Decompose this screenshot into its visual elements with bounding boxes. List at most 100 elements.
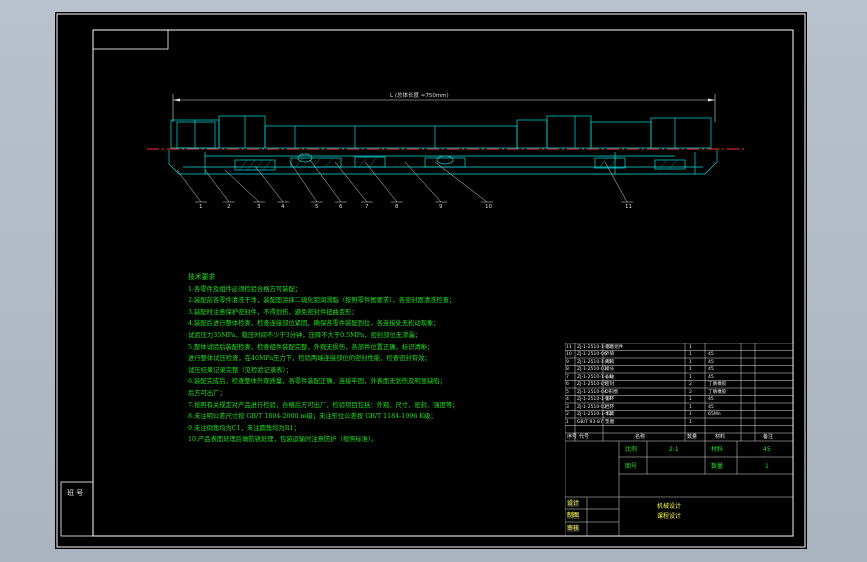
parts-row-qty: 1 [689, 397, 692, 402]
title-block: 11 ZJ-1-2510-1-00 活塞组件 1 10 ZJ-1-2510-06 外筒 1 45… [565, 343, 793, 536]
tool-section [168, 150, 718, 175]
parts-row-qty: 1 [689, 404, 692, 410]
parts-row-mat: 45 [708, 359, 714, 365]
parts-row-code: GB/T 93-87 [577, 419, 603, 425]
note-line-3: 3.装配时注意保护密封件，不得划伤，避免密封件扭曲变形； [188, 308, 358, 316]
parts-row-qty: 2 [689, 382, 692, 387]
design-label: 设计 [567, 500, 580, 507]
note-line-6: 5.整体试验后装配检查，检查组件装配完整，外观无损伤，各部件位置正确，标识清晰； [188, 343, 434, 351]
header-qty: 数量 [687, 434, 698, 440]
note-line-5: 试验压力35MPa，稳压时间不少于3分钟，压降不大于0.5MPa，密封部位无渗漏… [188, 331, 421, 339]
parts-row-no: 11 [566, 344, 572, 350]
parts-row-name: 卡簧 [605, 412, 615, 417]
parts-row-mat: 65Mn [708, 412, 721, 417]
parts-row-name: 内筒 [605, 359, 615, 365]
title-line-1: 机械设计 [657, 503, 682, 510]
header-note: 备注 [763, 434, 774, 440]
note-line-12: 8.未注明公差尺寸按 GB/T 1804-2000 m级；未注形位公差按 GB/… [188, 413, 437, 421]
item-number-labels: 1 2 3 4 5 6 7 8 9 10 11 [195, 201, 633, 210]
note-line-1: 1.各零件及组件必须检验合格方可装配； [188, 285, 302, 293]
parts-row-qty: 1 [689, 419, 692, 425]
material-value: 45 [763, 446, 771, 453]
item-number-8: 8 [395, 204, 399, 210]
review-label: 审核 [567, 525, 580, 532]
parts-row-name: 接头 [605, 367, 615, 372]
draw-label: 制图 [567, 512, 580, 519]
note-line-2: 2.装配前各零件清洗干净，装配面涂抹二硫化钼润滑脂（按照零件图要求），各密封面清… [188, 297, 456, 305]
parts-row-no: 4 [566, 397, 569, 402]
parts-row-mat: 45 [708, 397, 714, 402]
material-label: 材料 [711, 446, 724, 453]
note-line-7: 进行整体试压检查，在40MPa压力下，检验两端连接部位的密封性能，检查密封有效； [188, 355, 431, 363]
quantity-value: 1 [765, 463, 769, 470]
parts-row-no: 2 [566, 412, 569, 417]
note-line-9: 6.装配完成后，检查整体外观质量，各零件装配正确，连接牢固，外表面无划伤及明显缺… [188, 378, 446, 386]
item-number-7: 7 [365, 204, 369, 210]
note-line-8: 试压结果记录完整（见检验记录表）； [188, 366, 292, 374]
header-mat: 材料 [715, 434, 726, 440]
drawing-sheet: L (总体长度 ≈750mm) 1 2 3 4 5 6 7 8 9 10 11 … [55, 12, 807, 549]
parts-row-code: ZJ-1-2510-02 [577, 404, 607, 410]
parts-row-qty: 1 [689, 359, 692, 365]
parts-row-qty: 1 [689, 344, 692, 350]
parts-row-name: 密封 [605, 382, 615, 387]
item-number-6: 6 [339, 204, 343, 210]
dimension-label: L (总体长度 ≈750mm) [390, 91, 449, 99]
parts-row-qty: 2 [689, 389, 692, 395]
parts-row-no: 1 [566, 419, 569, 425]
item-number-5: 5 [315, 204, 319, 210]
item-number-11: 11 [625, 204, 632, 210]
parts-row-no: 8 [566, 367, 569, 372]
parts-row-qty: 1 [689, 374, 692, 380]
title-line-2: 课程设计 [657, 513, 682, 520]
parts-row-name: 心轴 [605, 374, 615, 380]
header-no: 序号 [567, 434, 578, 440]
parts-row-qty: 1 [689, 352, 692, 357]
parts-row-name: 活塞组件 [605, 344, 624, 350]
parts-row-qty: 1 [689, 412, 692, 417]
parts-row-mat: 丁腈橡胶 [708, 389, 727, 395]
leader-lines [176, 159, 628, 203]
parts-row-name: 垫圈 [605, 419, 615, 425]
parts-row-no: 5 [566, 389, 569, 395]
parts-row-name: O形圈 [605, 389, 618, 395]
parts-row-no: 3 [566, 404, 569, 410]
parts-row-mat: 丁腈橡胶 [708, 382, 727, 387]
parts-row-name: 挡环 [605, 404, 615, 410]
parts-row-no: 9 [566, 359, 569, 365]
header-code: 代号 [579, 434, 590, 440]
parts-row-name: 外筒 [605, 352, 615, 357]
parts-row-code: ZJ-1-2510-04 [577, 389, 607, 395]
parts-row-qty: 1 [689, 367, 692, 372]
parts-row-no: 6 [566, 382, 569, 387]
ratio-label: 比例 [625, 446, 638, 453]
corner-box [92, 29, 169, 50]
item-number-1: 1 [199, 204, 203, 210]
ratio-value: 2:1 [669, 446, 679, 453]
item-number-10: 10 [485, 204, 492, 210]
parts-row-mat: 45 [708, 404, 714, 410]
item-number-4: 4 [281, 204, 285, 210]
note-line-10: 后方可出厂； [188, 389, 226, 397]
note-line-14: 10.产品表面处理后做防锈处理，包装运输时注意防护（按照标准）。 [188, 436, 378, 444]
parts-row-no: 7 [566, 374, 569, 380]
parts-row-mat: 45 [708, 367, 714, 372]
parts-row-code: ZJ-1-2510-03 [577, 367, 607, 372]
item-number-2: 2 [227, 204, 231, 210]
item-number-3: 3 [257, 204, 261, 210]
parts-row-no: 10 [566, 352, 572, 357]
quantity-label: 数量 [711, 463, 724, 470]
note-line-11: 7.按照有关规定对产品进行检验，合格后方可出厂，检验项目包括：外观、尺寸、密封、… [188, 401, 459, 409]
header-name: 名称 [635, 434, 646, 440]
parts-row-mat: 45 [708, 374, 714, 380]
technical-notes: 技术要求 1.各零件及组件必须检验合格方可装配； 2.装配前各零件清洗干净，装配… [188, 272, 608, 446]
notes-title: 技术要求 [188, 273, 216, 281]
parts-row-code: ZJ-1-2510-06 [577, 352, 607, 357]
parts-row-mat: 45 [708, 352, 714, 357]
note-line-13: 9.未注倒角均为C1，未注圆角均为R1； [188, 424, 300, 432]
side-label: 班 号 [67, 489, 84, 497]
tool-outline [170, 115, 712, 149]
note-line-4: 4.装配后进行整体检查，检查连接部位紧固，确保各零件装配到位，各连接处无松动现象… [188, 320, 440, 328]
drawing-no-label: 图号 [625, 463, 638, 470]
parts-row-name: 垫环 [605, 397, 615, 402]
